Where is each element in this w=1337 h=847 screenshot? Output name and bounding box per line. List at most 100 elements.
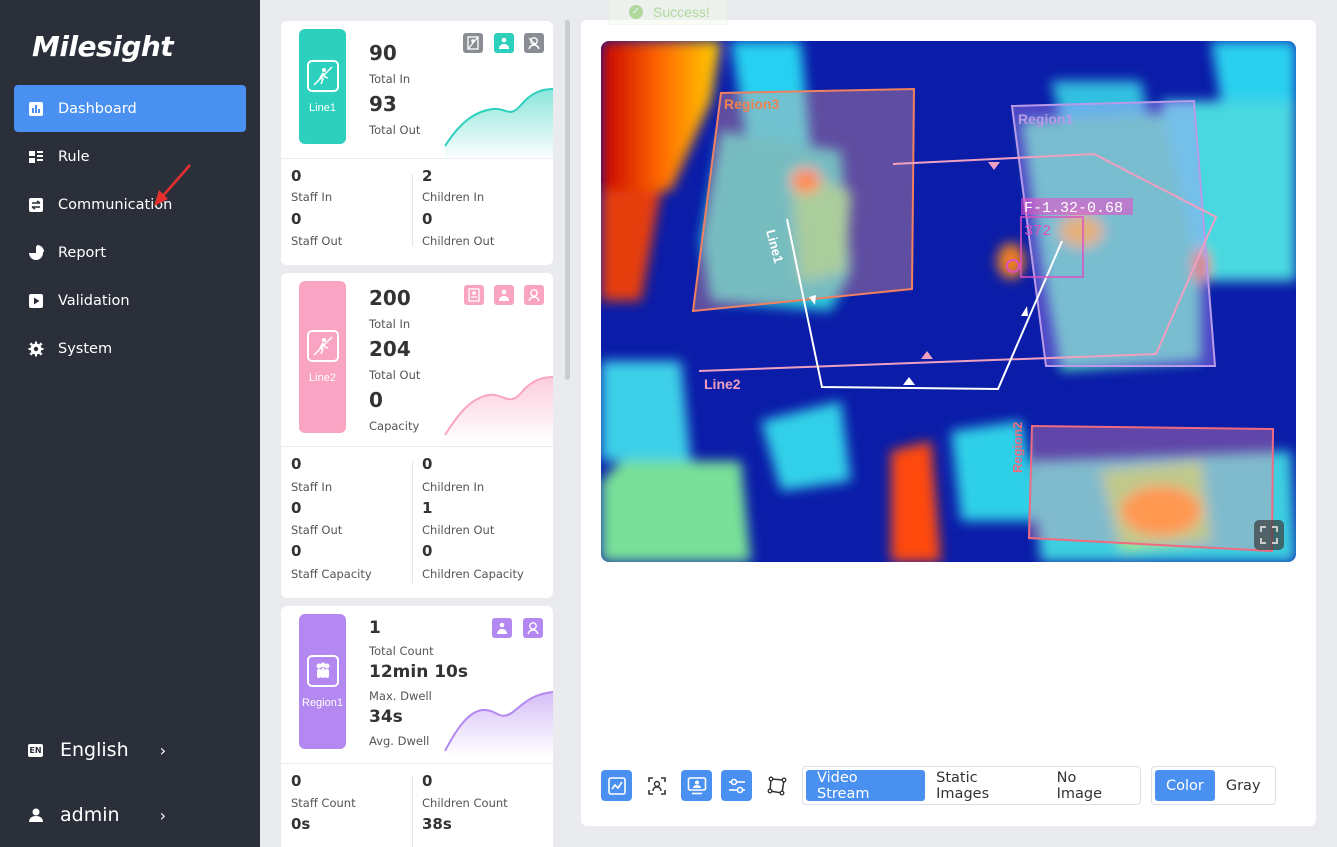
region3-label: Region3: [724, 96, 779, 112]
heatmap-image: Region3 Region1 Region2 Line2 Line1 F-1.…: [601, 41, 1296, 562]
detail-value: 0: [291, 772, 302, 790]
region1-badge: Region1: [299, 614, 346, 749]
stat-label: Total Out: [369, 123, 421, 137]
validation-icon: [29, 293, 43, 308]
adult-filter-icon[interactable]: [494, 33, 514, 53]
detection-text: F-1.32-0.68: [1024, 200, 1123, 217]
communication-icon: [29, 197, 43, 212]
language-selector[interactable]: EN English ›: [28, 735, 166, 765]
divider: [281, 158, 553, 159]
detail-value: 0: [422, 772, 433, 790]
video-stream-option[interactable]: Video Stream: [806, 770, 926, 802]
sidebar-item-label: System: [58, 340, 113, 357]
card-name: Line2: [309, 372, 336, 384]
stream-mode-selector: Video Stream Static Images No Image: [802, 766, 1141, 805]
child-filter-icon[interactable]: [524, 33, 544, 53]
line2-label: Line2: [704, 376, 741, 392]
line-crossing-icon: [306, 59, 339, 92]
detail-value: 0: [422, 455, 433, 473]
detail-value: 0: [422, 542, 433, 560]
check-circle-icon: ✓: [629, 5, 643, 19]
cards-scrollbar[interactable]: [565, 20, 570, 380]
detail-label: Children Count: [422, 796, 508, 810]
stat-label: Avg. Dwell: [369, 734, 430, 748]
chart-button[interactable]: [601, 770, 632, 801]
trend-sparkline: [444, 691, 553, 756]
child-filter-icon[interactable]: [524, 285, 544, 305]
sidebar-item-dashboard[interactable]: Dashboard: [14, 85, 246, 132]
stat-value: 200: [369, 286, 411, 310]
sidebar-item-label: Validation: [58, 292, 130, 309]
milesight-logo: Milesight: [32, 30, 174, 63]
chevron-right-icon: ›: [159, 740, 166, 760]
detail-label: Staff In: [291, 190, 333, 204]
line1-card[interactable]: Line1 90 Total In 93 Total Out 0 Staff I…: [281, 21, 553, 265]
settings-sliders-button[interactable]: [721, 770, 752, 801]
no-image-option[interactable]: No Image: [1046, 770, 1137, 802]
color-mode-selector: Color Gray: [1151, 766, 1276, 805]
stat-value: 93: [369, 92, 397, 116]
people-screen-button[interactable]: [681, 770, 712, 801]
sidebar-item-report[interactable]: Report: [14, 229, 246, 276]
stat-value: 0: [369, 388, 383, 412]
sidebar-item-communication[interactable]: Communication: [14, 181, 246, 228]
sidebar-item-rule[interactable]: Rule: [14, 133, 246, 180]
child-filter-icon[interactable]: [523, 618, 543, 638]
language-icon: EN: [28, 743, 43, 757]
stat-label: Total Out: [369, 368, 421, 382]
trend-sparkline: [444, 88, 553, 161]
adult-filter-icon[interactable]: [494, 285, 514, 305]
adult-filter-icon[interactable]: [492, 618, 512, 638]
stat-label: Total In: [369, 317, 411, 331]
divider: [281, 446, 553, 447]
dashboard-icon: [29, 101, 43, 116]
gray-option[interactable]: Gray: [1215, 770, 1272, 801]
polygon-draw-button[interactable]: [761, 770, 792, 801]
detail-label: Staff Out: [291, 234, 343, 248]
toast-text: Success!: [653, 4, 710, 20]
people-screen-icon: [687, 776, 706, 794]
sidebar: Milesight Dashboard Rule Communication R…: [0, 0, 260, 847]
region-select-button[interactable]: [641, 770, 672, 801]
region-people-icon: [306, 654, 339, 687]
detail-value: 0: [291, 499, 302, 517]
language-label: English: [60, 739, 129, 761]
stat-value: 90: [369, 41, 397, 65]
region1-card[interactable]: Region1 1 Total Count 12min 10s Max. Dwe…: [281, 606, 553, 847]
static-images-option[interactable]: Static Images: [925, 770, 1045, 802]
rule-icon: [29, 150, 43, 163]
settings-sliders-icon: [728, 778, 745, 793]
success-toast: ✓ Success!: [608, 0, 728, 25]
detail-value: 0s: [291, 815, 311, 833]
detail-label: Children Out: [422, 523, 495, 537]
staff-filter-icon[interactable]: [464, 285, 484, 305]
username-label: admin: [60, 804, 120, 826]
fullscreen-button[interactable]: [1254, 520, 1284, 550]
chart-icon: [607, 776, 626, 795]
annotation-arrow: [154, 164, 191, 206]
line1-badge: Line1: [299, 29, 346, 144]
detail-label: Staff Out: [291, 523, 343, 537]
sidebar-item-label: Report: [58, 244, 107, 261]
detail-label: Staff Capacity: [291, 567, 372, 581]
stat-label: Total In: [369, 72, 411, 86]
region1-label: Region1: [1018, 111, 1073, 127]
sidebar-item-system[interactable]: System: [14, 325, 246, 372]
detection-id: 372: [1024, 223, 1051, 240]
divider: [412, 174, 413, 246]
detail-label: Staff In: [291, 480, 333, 494]
polygon-icon: [767, 776, 786, 795]
detail-value: 38s: [422, 815, 452, 833]
detail-value: 0: [291, 210, 302, 228]
fullscreen-icon: [1260, 526, 1278, 544]
color-option[interactable]: Color: [1155, 770, 1215, 801]
thermal-video-stream[interactable]: Region3 Region1 Region2 Line2 Line1 F-1.…: [601, 41, 1296, 562]
line2-card[interactable]: Line2 200 Total In 204 Total Out 0 Capac…: [281, 273, 553, 598]
detail-label: Staff Count: [291, 796, 356, 810]
user-menu[interactable]: admin ›: [28, 800, 166, 830]
detail-label: Children In: [422, 480, 485, 494]
staff-filter-icon[interactable]: [463, 33, 483, 53]
sidebar-item-validation[interactable]: Validation: [14, 277, 246, 324]
card-name: Line1: [309, 101, 336, 114]
card-name: Region1: [302, 696, 343, 709]
